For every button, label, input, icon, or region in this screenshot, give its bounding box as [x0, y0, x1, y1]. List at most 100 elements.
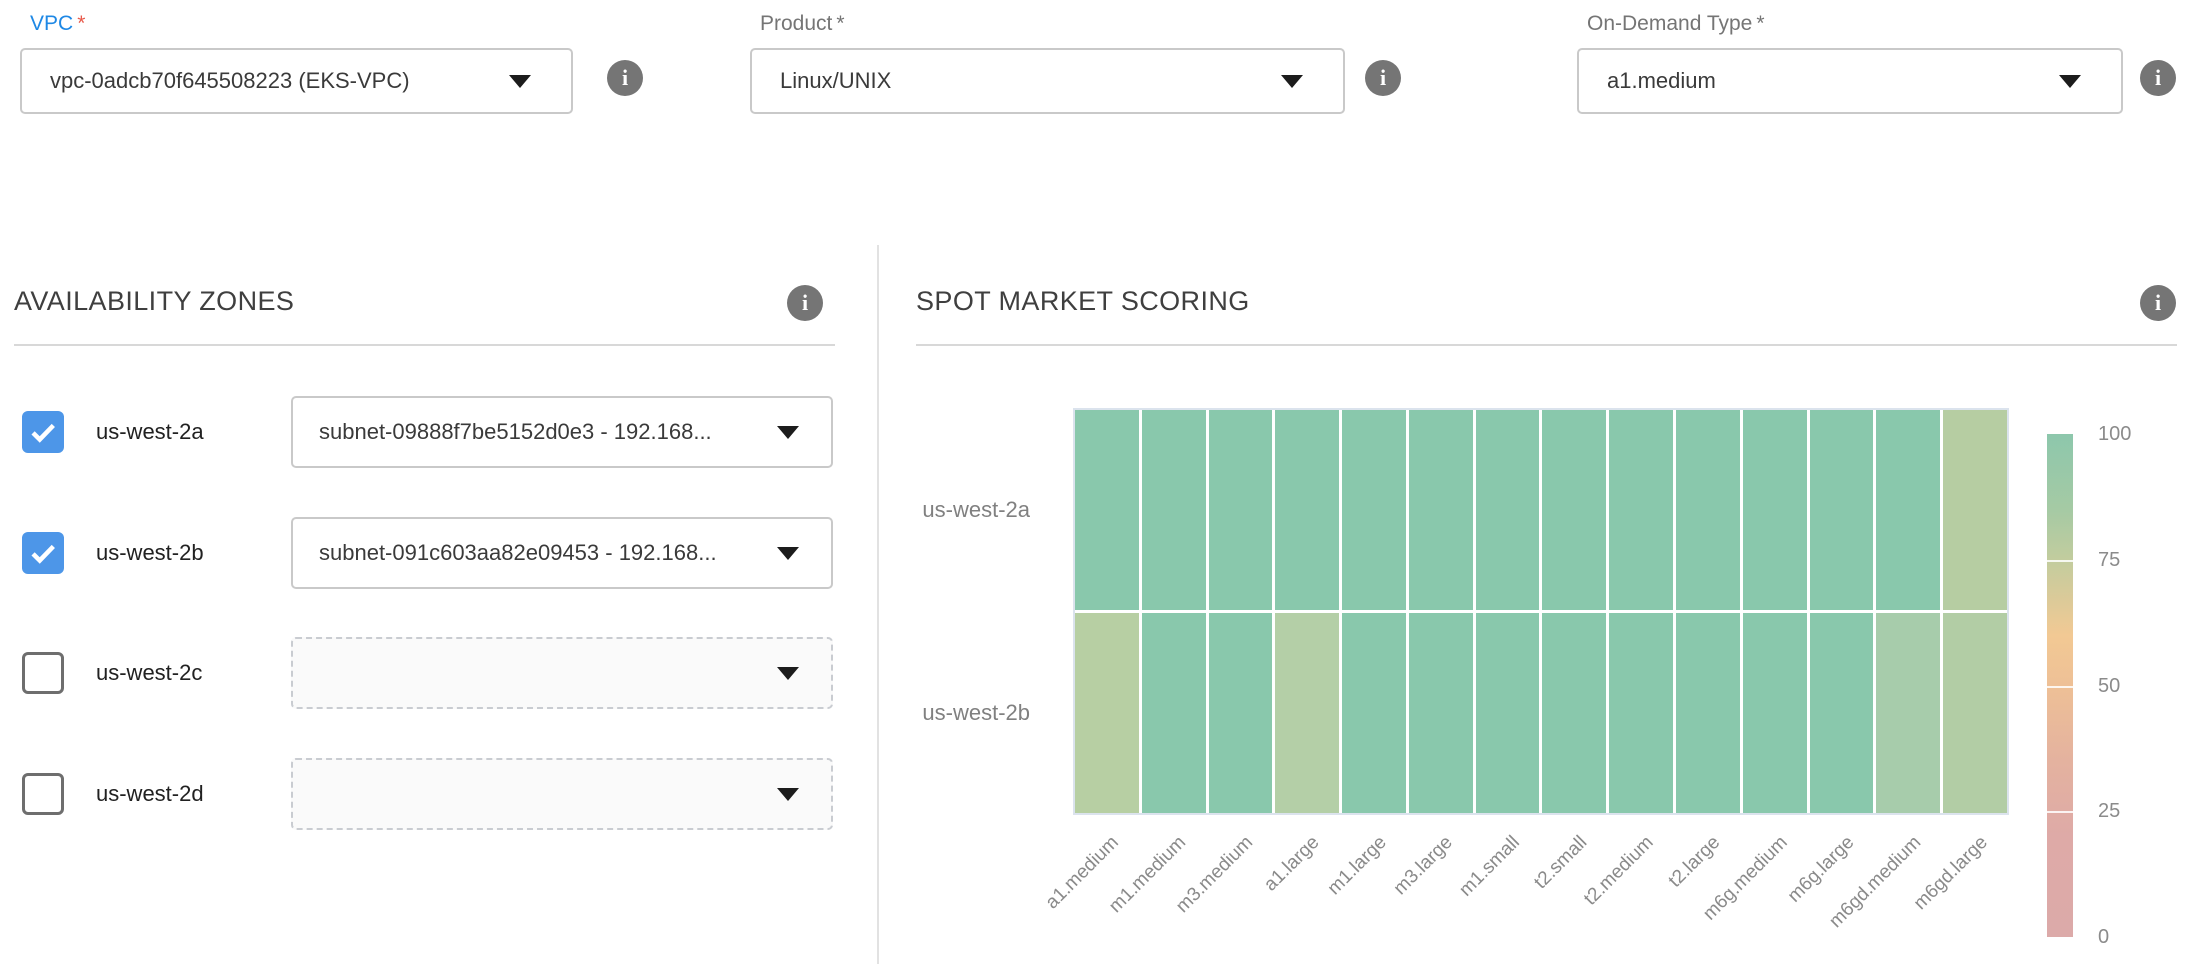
heatmap-col-label-t2.medium: t2.medium — [1580, 832, 1658, 910]
zone-subnet-value: subnet-09888f7be5152d0e3 - 192.168... — [319, 419, 712, 445]
product-field: Product* Linux/UNIX i — [750, 12, 1345, 114]
spot-market-scoring-divider — [916, 344, 2177, 346]
heatmap-cell-us-west-2a-m3.large[interactable] — [1409, 410, 1473, 610]
info-icon[interactable]: i — [607, 60, 643, 96]
vpc-select[interactable]: vpc-0adcb70f645508223 (EKS-VPC) — [20, 48, 573, 114]
zone-row-us-west-2b: us-west-2b subnet-091c603aa82e09453 - 192… — [0, 517, 878, 589]
availability-zones-divider — [14, 344, 835, 346]
heatmap-cell-us-west-2b-m1.large[interactable] — [1342, 613, 1406, 813]
zone-checkbox-us-west-2b[interactable] — [22, 532, 64, 574]
on-demand-type-selected-value: a1.medium — [1607, 68, 1716, 94]
chevron-down-icon — [777, 788, 799, 801]
heatmap-colorbar — [2047, 434, 2073, 937]
heatmap-col-label-t2.large: t2.large — [1665, 832, 1725, 892]
vpc-label-text: VPC — [30, 12, 73, 35]
chevron-down-icon — [509, 75, 531, 88]
zone-label: us-west-2a — [96, 396, 204, 468]
product-label: Product* — [760, 12, 1345, 36]
zone-subnet-select-us-west-2d[interactable] — [291, 758, 833, 830]
info-icon[interactable]: i — [1365, 60, 1401, 96]
heatmap-cell-us-west-2a-m1.large[interactable] — [1342, 410, 1406, 610]
info-icon[interactable]: i — [2140, 60, 2176, 96]
zone-checkbox-us-west-2d[interactable] — [22, 773, 64, 815]
heatmap-cell-us-west-2a-a1.medium[interactable] — [1075, 410, 1139, 610]
heatmap-col-label-m1.small: m1.small — [1455, 832, 1524, 901]
availability-zones-title: AVAILABILITY ZONES — [14, 286, 294, 317]
colorbar-tick-label-75: 75 — [2098, 548, 2120, 572]
required-asterisk: * — [836, 12, 844, 35]
spot-market-heatmap — [1073, 408, 2009, 815]
zone-subnet-select-us-west-2b[interactable]: subnet-091c603aa82e09453 - 192.168... — [291, 517, 833, 589]
checkmark-icon — [26, 536, 60, 570]
zone-label: us-west-2c — [96, 637, 202, 709]
zone-row-us-west-2d: us-west-2d — [0, 758, 878, 830]
spot-instance-config-page: VPC* vpc-0adcb70f645508223 (EKS-VPC) i P… — [0, 0, 2196, 964]
chevron-down-icon — [1281, 75, 1303, 88]
chevron-down-icon — [777, 426, 799, 439]
vpc-label: VPC* — [30, 12, 573, 36]
heatmap-cell-us-west-2b-m6g.large[interactable] — [1810, 613, 1874, 813]
product-select[interactable]: Linux/UNIX — [750, 48, 1345, 114]
zone-row-us-west-2c: us-west-2c — [0, 637, 878, 709]
zone-label: us-west-2b — [96, 517, 204, 589]
heatmap-cell-us-west-2a-t2.small[interactable] — [1542, 410, 1606, 610]
info-icon[interactable]: i — [787, 285, 823, 321]
heatmap-cell-us-west-2b-m6g.medium[interactable] — [1743, 613, 1807, 813]
heatmap-cell-us-west-2a-m1.medium[interactable] — [1142, 410, 1206, 610]
heatmap-cell-us-west-2a-m6g.large[interactable] — [1810, 410, 1874, 610]
colorbar-tick-line — [2047, 686, 2073, 688]
vpc-field: VPC* vpc-0adcb70f645508223 (EKS-VPC) i — [20, 12, 573, 114]
product-label-text: Product — [760, 12, 832, 35]
heatmap-cell-us-west-2b-m6gd.medium[interactable] — [1876, 613, 1940, 813]
heatmap-cell-us-west-2a-m6g.medium[interactable] — [1743, 410, 1807, 610]
on-demand-type-select[interactable]: a1.medium — [1577, 48, 2123, 114]
required-asterisk: * — [77, 12, 85, 35]
heatmap-cell-us-west-2a-m6gd.large[interactable] — [1943, 410, 2007, 610]
zone-subnet-select-us-west-2c[interactable] — [291, 637, 833, 709]
chevron-down-icon — [777, 667, 799, 680]
heatmap-row-label-us-west-2b: us-west-2b — [860, 700, 1030, 726]
heatmap-cell-us-west-2b-t2.small[interactable] — [1542, 613, 1606, 813]
on-demand-type-label-text: On-Demand Type — [1587, 12, 1752, 35]
heatmap-cell-us-west-2a-a1.large[interactable] — [1275, 410, 1339, 610]
heatmap-cell-us-west-2b-t2.medium[interactable] — [1609, 613, 1673, 813]
heatmap-cell-us-west-2a-m3.medium[interactable] — [1209, 410, 1273, 610]
chevron-down-icon — [777, 547, 799, 560]
chevron-down-icon — [2059, 75, 2081, 88]
required-asterisk: * — [1756, 12, 1764, 35]
product-selected-value: Linux/UNIX — [780, 68, 891, 94]
heatmap-col-label-m3.large: m3.large — [1390, 832, 1458, 900]
zone-label: us-west-2d — [96, 758, 204, 830]
zone-checkbox-us-west-2a[interactable] — [22, 411, 64, 453]
heatmap-cell-us-west-2b-m3.medium[interactable] — [1209, 613, 1273, 813]
zone-subnet-select-us-west-2a[interactable]: subnet-09888f7be5152d0e3 - 192.168... — [291, 396, 833, 468]
colorbar-tick-line — [2047, 560, 2073, 562]
heatmap-cell-us-west-2a-m1.small[interactable] — [1476, 410, 1540, 610]
heatmap-col-label-t2.small: t2.small — [1530, 832, 1592, 894]
heatmap-col-label-m1.large: m1.large — [1323, 832, 1391, 900]
checkmark-icon — [26, 415, 60, 449]
heatmap-cell-us-west-2b-m1.small[interactable] — [1476, 613, 1540, 813]
heatmap-cell-us-west-2a-m6gd.medium[interactable] — [1876, 410, 1940, 610]
colorbar-tick-line — [2047, 811, 2073, 813]
section-vertical-divider — [877, 245, 879, 964]
on-demand-type-label: On-Demand Type* — [1587, 12, 2123, 36]
heatmap-cell-us-west-2b-m1.medium[interactable] — [1142, 613, 1206, 813]
colorbar-tick-label-25: 25 — [2098, 799, 2120, 823]
heatmap-cell-us-west-2b-m3.large[interactable] — [1409, 613, 1473, 813]
heatmap-cell-us-west-2b-a1.medium[interactable] — [1075, 613, 1139, 813]
heatmap-col-label-a1.large: a1.large — [1260, 832, 1324, 896]
heatmap-cell-us-west-2a-t2.large[interactable] — [1676, 410, 1740, 610]
heatmap-cell-us-west-2b-m6gd.large[interactable] — [1943, 613, 2007, 813]
on-demand-type-field: On-Demand Type* a1.medium i — [1577, 12, 2123, 114]
vpc-selected-value: vpc-0adcb70f645508223 (EKS-VPC) — [50, 68, 410, 94]
heatmap-cell-us-west-2b-a1.large[interactable] — [1275, 613, 1339, 813]
zone-subnet-value: subnet-091c603aa82e09453 - 192.168... — [319, 540, 717, 566]
heatmap-row-label-us-west-2a: us-west-2a — [860, 497, 1030, 523]
heatmap-cell-us-west-2a-t2.medium[interactable] — [1609, 410, 1673, 610]
zone-checkbox-us-west-2c[interactable] — [22, 652, 64, 694]
heatmap-cell-us-west-2b-t2.large[interactable] — [1676, 613, 1740, 813]
spot-market-scoring-title: SPOT MARKET SCORING — [916, 286, 1250, 317]
colorbar-tick-label-50: 50 — [2098, 674, 2120, 698]
info-icon[interactable]: i — [2140, 285, 2176, 321]
